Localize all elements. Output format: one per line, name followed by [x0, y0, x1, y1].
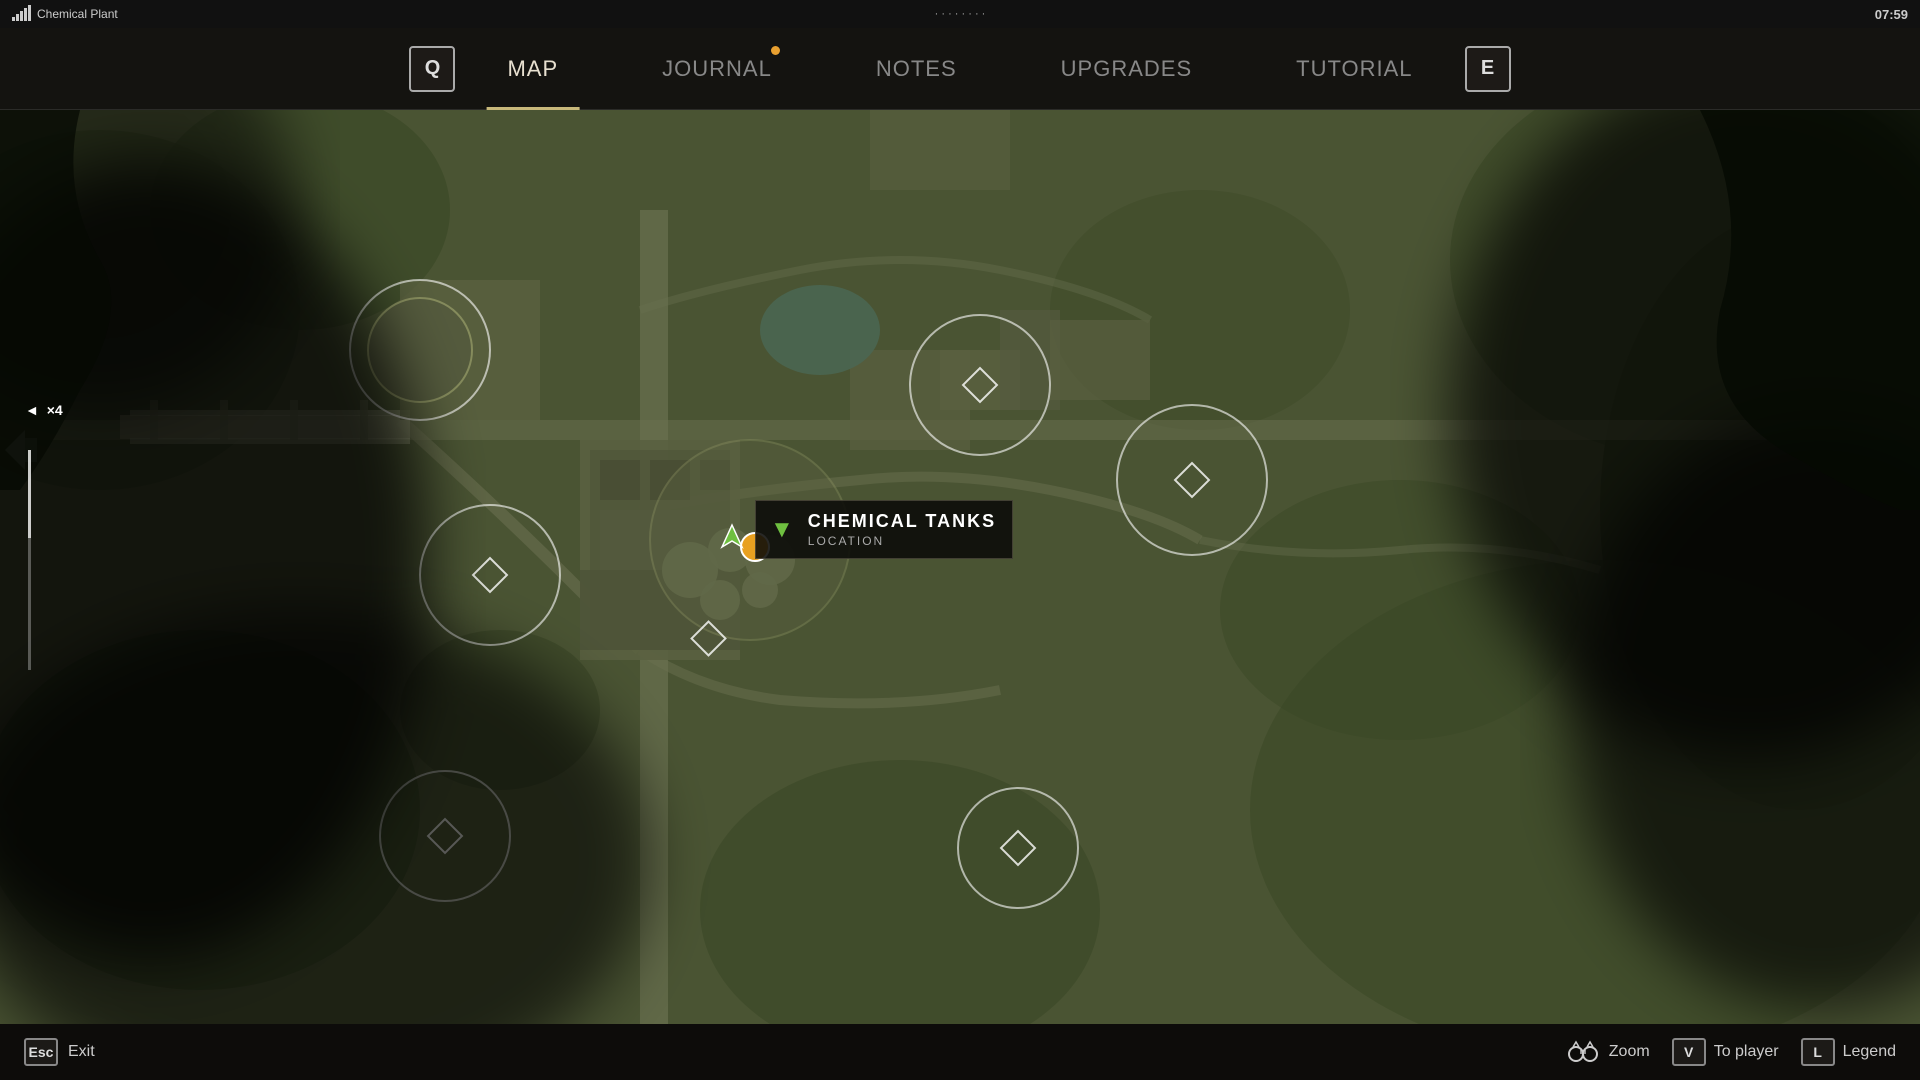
zoom-control: ◄ ×4 [25, 402, 63, 418]
nav-bar: Q Map Journal Notes Upgrades Tutorial E [0, 28, 1920, 110]
legend-label: Legend [1843, 1043, 1896, 1061]
legend-control[interactable]: L Legend [1801, 1038, 1896, 1066]
to-player-label: To player [1714, 1043, 1779, 1061]
map-container[interactable]: ◄ ×4 ▼ CHEMICAL TANKS LOCATION [0, 110, 1920, 1024]
top-bar-center: · · · · · · · · [935, 8, 986, 20]
map-svg [0, 110, 1920, 1024]
bottom-right: Zoom V To player L Legend [1565, 1034, 1896, 1070]
location-label: Chemical Plant [37, 7, 118, 21]
location-tooltip: ▼ CHEMICAL TANKS LOCATION [755, 500, 1013, 559]
to-player-control[interactable]: V To player [1672, 1038, 1779, 1066]
zoom-icon [1565, 1034, 1601, 1070]
signal-icon [12, 7, 31, 21]
prev-tab-button[interactable]: Q [409, 46, 455, 92]
nav-tabs: Q Map Journal Notes Upgrades Tutorial E [409, 28, 1510, 110]
clock: 07:59 [1875, 7, 1908, 22]
journal-notification-dot [771, 46, 780, 55]
zoom-level: ×4 [47, 402, 63, 418]
tab-upgrades[interactable]: Upgrades [1009, 28, 1244, 110]
tab-journal[interactable]: Journal [610, 28, 824, 110]
tooltip-title: CHEMICAL TANKS [808, 511, 996, 532]
bottom-bar: Esc Exit Zoom V To player L Legend [0, 1024, 1920, 1080]
tooltip-subtitle: LOCATION [808, 534, 996, 548]
bottom-left: Esc Exit [24, 1038, 95, 1066]
zoom-slider-fill [28, 450, 31, 538]
speaker-icon: ◄ [25, 402, 39, 418]
next-tab-button[interactable]: E [1465, 46, 1511, 92]
zoom-slider-track[interactable] [28, 450, 31, 670]
zoom-label: Zoom [1609, 1043, 1650, 1061]
dots-decoration: · · · · · · · · [935, 8, 986, 20]
tab-tutorial[interactable]: Tutorial [1244, 28, 1464, 110]
to-player-key[interactable]: V [1672, 1038, 1706, 1066]
tooltip-icon: ▼ [770, 516, 794, 544]
tab-map[interactable]: Map [455, 28, 610, 110]
zoom-control-bottom[interactable]: Zoom [1565, 1034, 1650, 1070]
top-bar: Chemical Plant · · · · · · · · 07:59 [0, 0, 1920, 28]
tab-notes[interactable]: Notes [824, 28, 1009, 110]
map-background: ◄ ×4 ▼ CHEMICAL TANKS LOCATION [0, 110, 1920, 1024]
top-bar-left: Chemical Plant [12, 7, 118, 21]
exit-key[interactable]: Esc [24, 1038, 58, 1066]
tab-journal-label: Journal [662, 56, 772, 82]
tooltip-content: CHEMICAL TANKS LOCATION [808, 511, 996, 548]
legend-key[interactable]: L [1801, 1038, 1835, 1066]
exit-label[interactable]: Exit [68, 1043, 95, 1061]
